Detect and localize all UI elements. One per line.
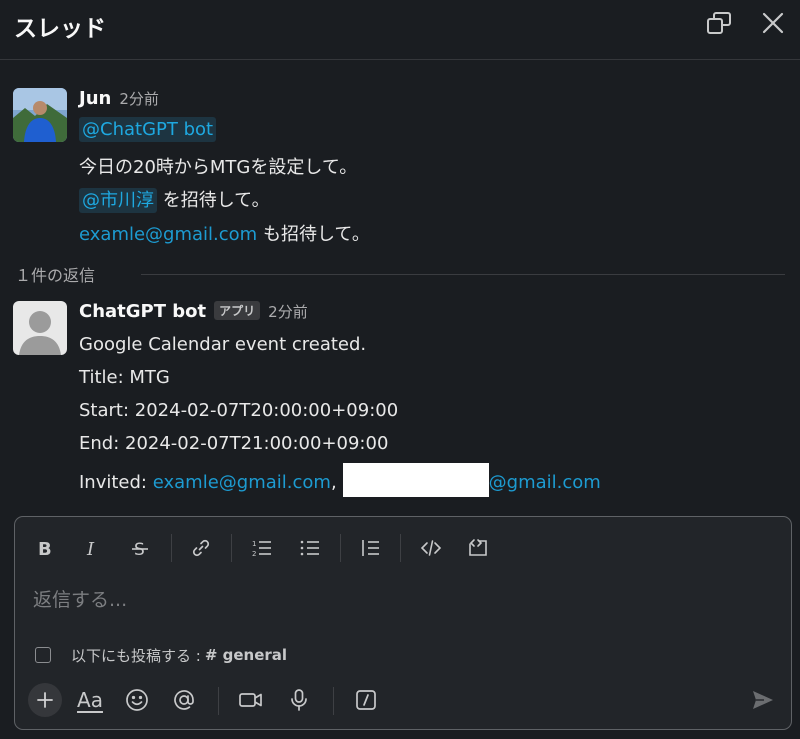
code-block-icon[interactable] (463, 533, 493, 563)
also-send-checkbox[interactable] (35, 647, 51, 663)
mention-user[interactable]: @市川淳 (79, 188, 157, 213)
message-line: End: 2024-02-07T21:00:00+09:00 (79, 433, 389, 454)
email-link[interactable]: @gmail.com (489, 472, 601, 493)
blockquote-icon[interactable] (356, 533, 386, 563)
message-line: Title: MTG (79, 367, 170, 388)
mention-bot[interactable]: @ChatGPT bot (79, 117, 217, 142)
message-line: Google Calendar event created. (79, 334, 367, 355)
bold-icon[interactable]: B (30, 533, 60, 563)
format-icon[interactable]: Aa (73, 685, 107, 715)
svg-text:B: B (38, 539, 52, 558)
ordered-list-icon[interactable]: 1 2 (247, 533, 277, 563)
popout-icon[interactable] (706, 10, 732, 36)
plus-icon[interactable] (28, 683, 62, 717)
video-icon[interactable] (236, 685, 266, 715)
toolbar-separator (340, 534, 341, 562)
toolbar-separator (333, 687, 334, 715)
svg-text:I: I (86, 539, 95, 558)
avatar[interactable] (13, 88, 67, 142)
toolbar-separator (400, 534, 401, 562)
svg-text:1: 1 (252, 540, 256, 548)
message-line: @ChatGPT bot (79, 117, 217, 142)
code-icon[interactable] (416, 533, 446, 563)
svg-text:2: 2 (252, 550, 256, 558)
toolbar-separator (171, 534, 172, 562)
message-line: Start: 2024-02-07T20:00:00+09:00 (79, 400, 399, 421)
toolbar-separator (218, 687, 219, 715)
avatar[interactable] (13, 301, 67, 355)
bulleted-list-icon[interactable] (295, 533, 325, 563)
email-link[interactable]: examle@gmail.com (79, 224, 257, 245)
reply-count: １件の返信 (15, 266, 96, 285)
microphone-icon[interactable] (284, 685, 314, 715)
message-line: Invited: examle@gmail.com, @gmail.com (79, 463, 601, 500)
page-title: スレッド (14, 16, 106, 42)
close-icon[interactable] (760, 10, 786, 36)
divider (141, 274, 785, 275)
also-send-to-channel: 以下にも投稿する : # general (35, 644, 287, 666)
timestamp[interactable]: 2分前 (268, 303, 308, 321)
strikethrough-icon[interactable]: S (125, 533, 155, 563)
mention-icon[interactable] (169, 685, 199, 715)
link-icon[interactable] (186, 533, 216, 563)
toolbar-separator (231, 534, 232, 562)
timestamp[interactable]: 2分前 (119, 90, 159, 108)
thread-header: スレッド (0, 0, 800, 60)
message-line: examle@gmail.com も招待して。 (79, 224, 370, 245)
emoji-icon[interactable] (122, 685, 152, 715)
author-name[interactable]: ChatGPT bot アプリ 2分前 (79, 301, 308, 322)
message-line: @市川淳 を招待して。 (79, 186, 270, 213)
message-line: 今日の20時からMTGを設定して。 (79, 157, 358, 178)
message-composer: B I S 1 2 返信する... 以下にも投稿する: # general A… (14, 516, 792, 730)
also-send-label: 以下にも投稿する : (71, 646, 201, 665)
slash-command-icon[interactable] (351, 685, 381, 715)
send-icon[interactable] (748, 685, 778, 715)
author-name[interactable]: Jun 2分前 (79, 88, 159, 109)
app-badge: アプリ (214, 301, 261, 320)
channel-name: # general (204, 646, 288, 664)
redacted-block (342, 463, 489, 497)
italic-icon[interactable]: I (77, 533, 107, 563)
reply-input[interactable] (33, 589, 773, 611)
email-link[interactable]: examle@gmail.com (153, 472, 331, 493)
replies-divider: １件の返信 (15, 262, 785, 286)
